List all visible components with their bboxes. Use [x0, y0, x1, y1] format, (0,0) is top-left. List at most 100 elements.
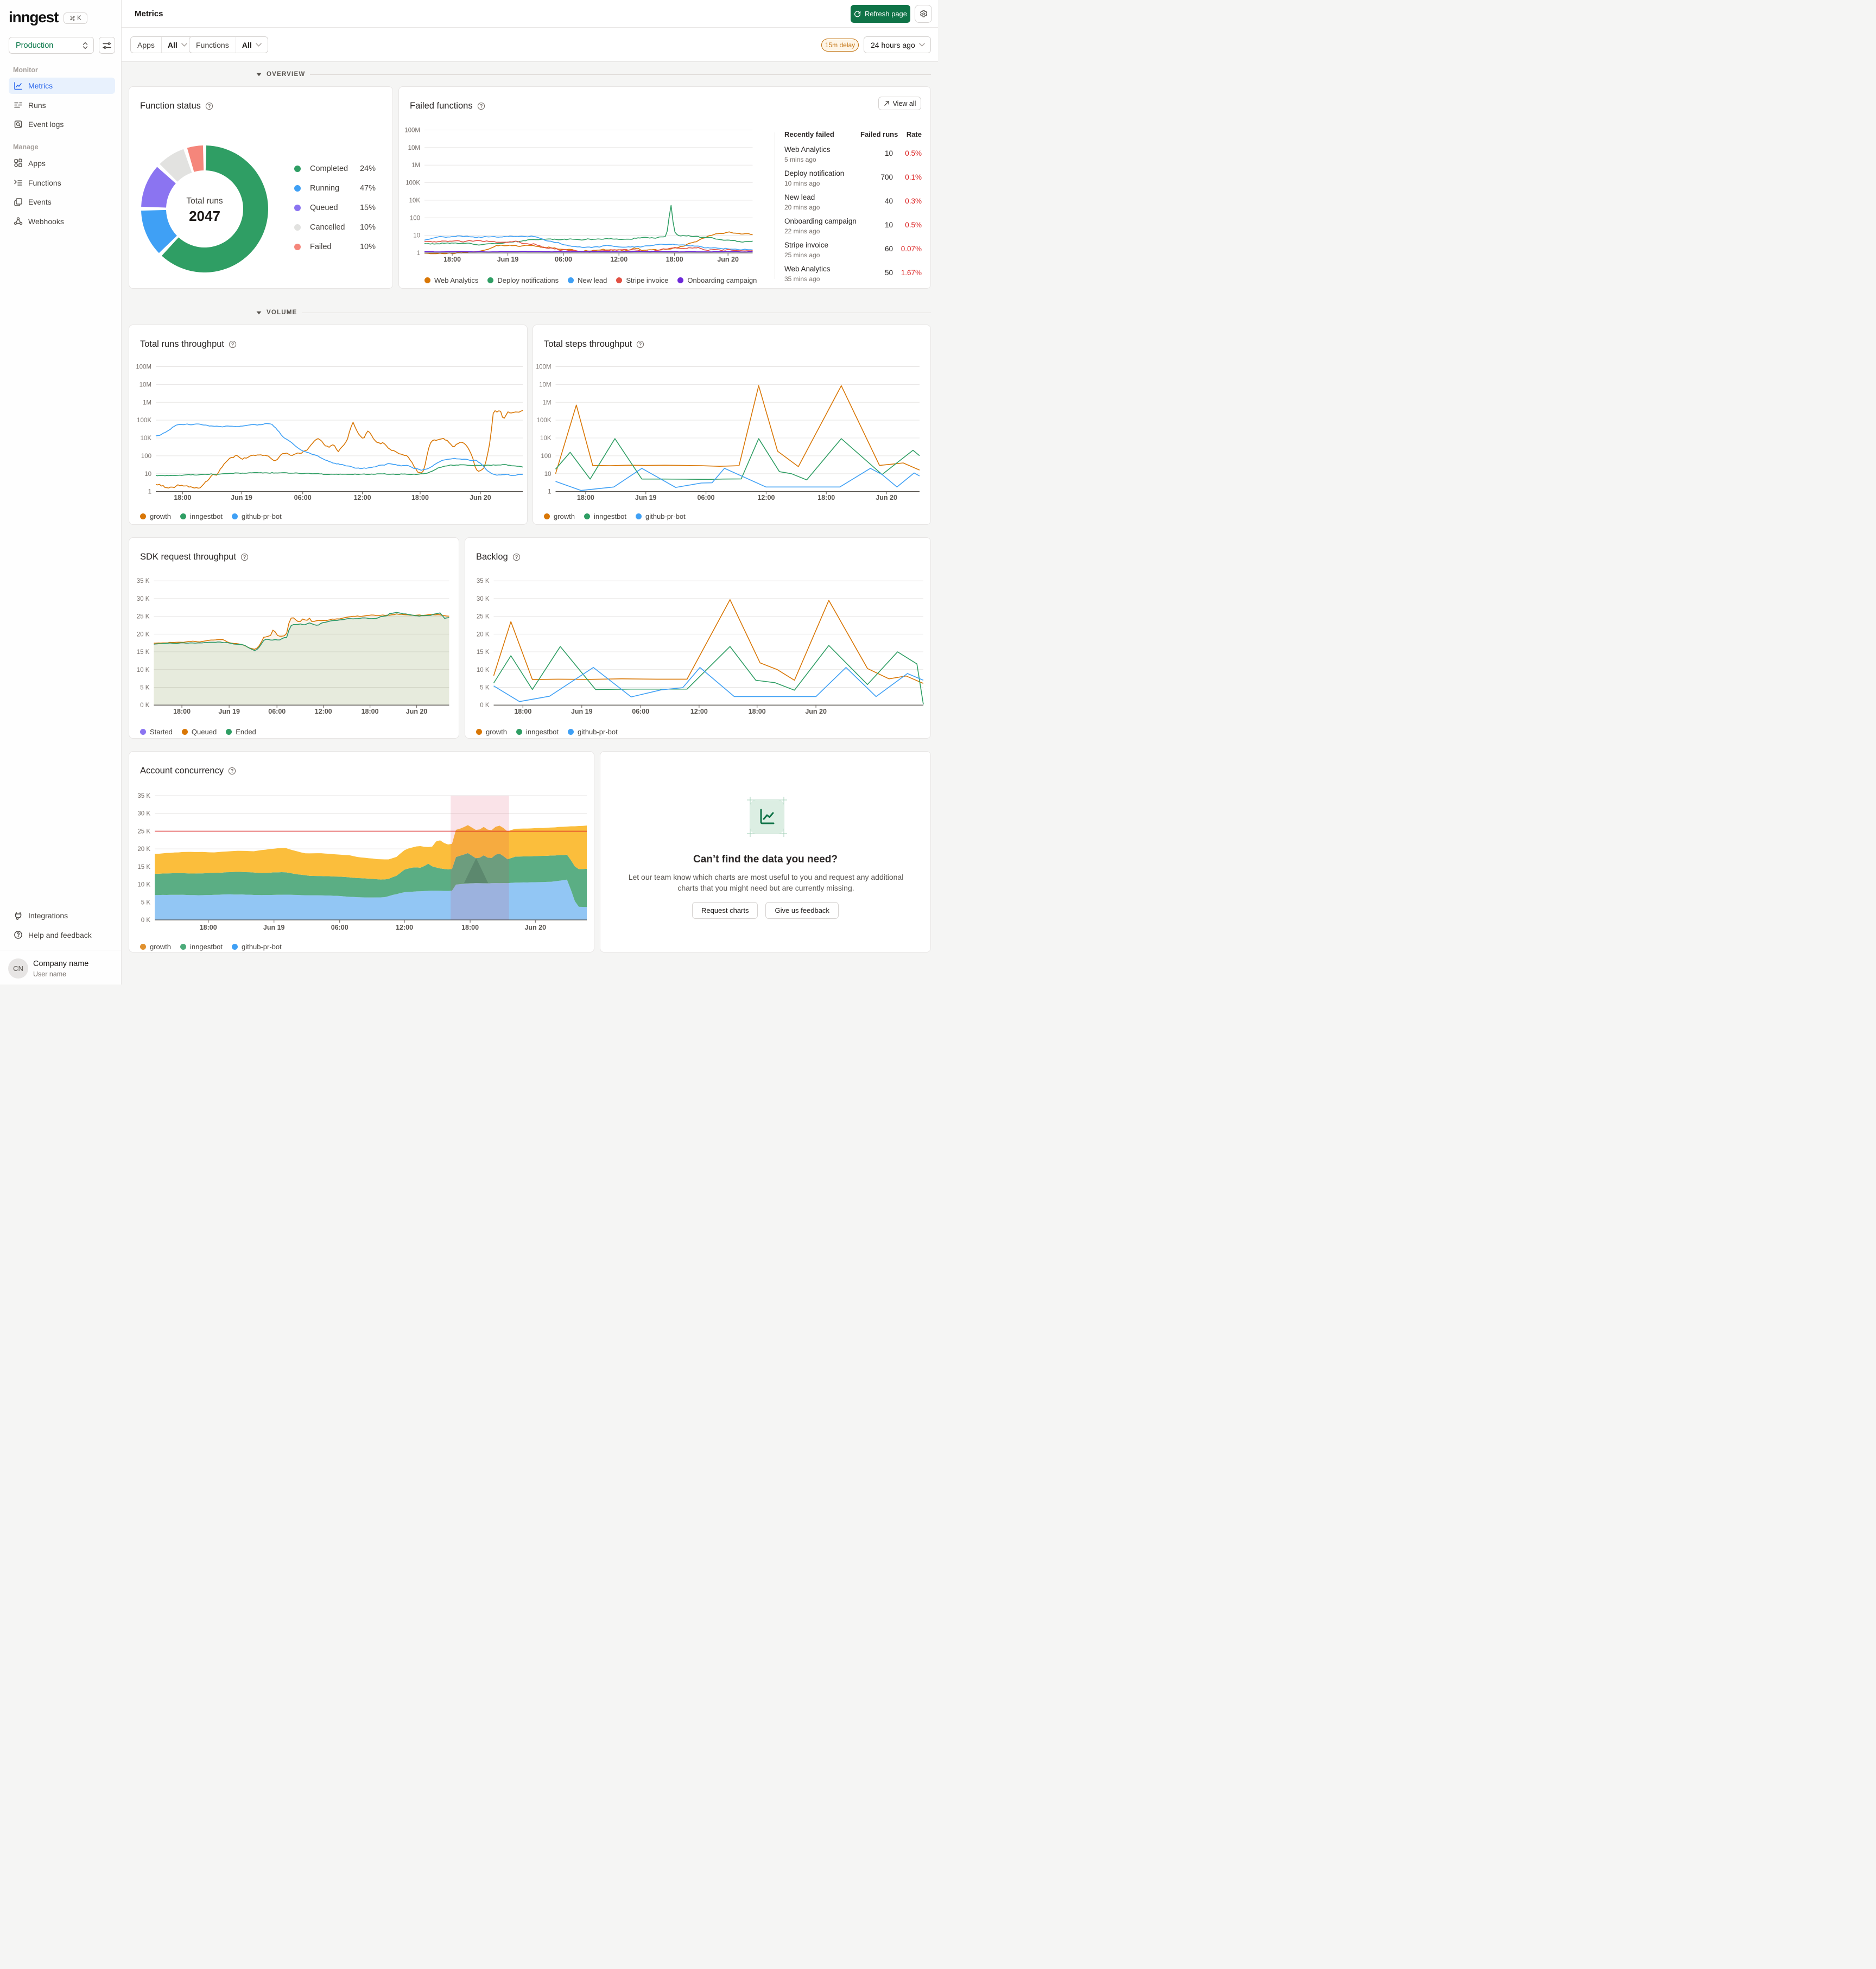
y-tick-label: 1M	[411, 162, 420, 169]
limit-exceeded-band	[451, 796, 509, 920]
failed-function-time: 22 mins ago	[784, 227, 820, 235]
x-tick-label: Jun 19	[635, 494, 657, 501]
legend-dot	[140, 944, 146, 950]
status-legend-item[interactable]: Failed 10%	[294, 243, 376, 251]
sidebar-item-help[interactable]: Help and feedback	[9, 927, 115, 943]
y-tick-label: 10	[413, 232, 420, 239]
avatar[interactable]: CN	[8, 958, 28, 979]
legend-item[interactable]: growth	[544, 512, 575, 520]
failed-function-row[interactable]: New lead 20 mins ago 40 0.3%	[784, 193, 922, 217]
sidebar-item-functions[interactable]: Functions	[9, 175, 115, 191]
legend-item[interactable]: github-pr-bot	[636, 512, 686, 520]
gear-icon	[920, 10, 927, 17]
sidebar-item-apps[interactable]: Apps	[9, 155, 115, 172]
command-k-shortcut[interactable]: K	[64, 12, 87, 24]
backlog-card: Backlog 0 K5 K 10 K 15 K 20 K 25 K 30 K 35 K 18…	[465, 537, 931, 739]
legend-label: growth	[150, 512, 172, 520]
legend-label: Failed	[310, 242, 332, 251]
metrics-icon	[14, 81, 22, 90]
request-charts-button[interactable]: Request charts	[692, 902, 758, 919]
y-tick-label: 25 K	[137, 614, 150, 620]
failed-function-name: Web Analytics	[784, 145, 831, 154]
x-tick-label: 06:00	[698, 494, 715, 501]
legend-item[interactable]: New lead	[568, 276, 607, 284]
legend-item[interactable]: inngestbot	[584, 512, 626, 520]
legend-item[interactable]: Started	[140, 728, 173, 736]
account-concurrency-chart: 0 K 5 K 10 K 15 K 20 K 25 K 30 K 35 K 18:00 Jun 1…	[137, 793, 587, 931]
settings-button[interactable]	[915, 5, 932, 23]
status-legend-item[interactable]: Cancelled 10%	[294, 223, 376, 232]
y-tick-label: 10	[544, 471, 552, 478]
failed-function-time: 10 mins ago	[784, 179, 820, 187]
series-line-Deploy notifications	[424, 205, 753, 245]
legend-item[interactable]: inngestbot	[180, 943, 223, 951]
failed-function-row[interactable]: Web Analytics 35 mins ago 50 1.67%	[784, 265, 922, 289]
y-tick-label: 1M	[543, 399, 552, 406]
legend-item[interactable]: Ended	[226, 728, 256, 736]
x-tick-label: 18:00	[411, 494, 429, 501]
legend-dot	[584, 513, 591, 519]
legend-item[interactable]: inngestbot	[180, 512, 223, 520]
apps-filter[interactable]: Apps All	[130, 36, 194, 53]
legend-dot	[180, 944, 187, 950]
legend-item[interactable]: github-pr-bot	[232, 943, 282, 951]
refresh-page-button[interactable]: Refresh page	[851, 5, 910, 23]
legend-dot	[424, 277, 430, 283]
sidebar-item-metrics[interactable]: Metrics	[9, 78, 115, 94]
legend-item[interactable]: Onboarding campaign	[677, 276, 757, 284]
sidebar-item-runs[interactable]: Runs	[9, 97, 115, 113]
legend-item[interactable]: github-pr-bot	[568, 728, 618, 736]
failed-function-row[interactable]: Onboarding campaign 22 mins ago 10 0.5%	[784, 217, 922, 241]
legend-label: growth	[486, 728, 508, 736]
chevron-down-icon	[919, 43, 925, 47]
legend-item[interactable]: inngestbot	[516, 728, 559, 736]
cta-body-line1: Let our team know which charts are most …	[628, 873, 904, 881]
legend-item[interactable]: github-pr-bot	[232, 512, 282, 520]
legend-dot	[294, 243, 301, 250]
give-feedback-button[interactable]: Give us feedback	[765, 902, 839, 919]
y-tick-label: 10K	[409, 197, 421, 204]
time-range-select[interactable]: 24 hours ago	[864, 36, 931, 53]
status-legend-item[interactable]: Queued 15%	[294, 204, 376, 212]
volume-section-header[interactable]: VOLUME	[256, 309, 931, 316]
y-tick-label: 100K	[537, 417, 552, 424]
environment-filter-button[interactable]	[99, 37, 115, 54]
legend-dot	[140, 513, 146, 519]
sidebar-item-label: Runs	[28, 100, 46, 110]
legend-item[interactable]: Queued	[181, 728, 217, 736]
legend-item[interactable]: growth	[140, 512, 171, 520]
area-Ended	[154, 612, 449, 706]
legend-item[interactable]: Stripe invoice	[616, 276, 668, 284]
functions-icon	[14, 180, 22, 186]
legend-item[interactable]: Deploy notifications	[487, 276, 559, 284]
x-tick-label: 06:00	[555, 256, 572, 263]
sidebar-item-event-logs[interactable]: Event logs	[9, 116, 115, 132]
legend-item[interactable]: growth	[476, 728, 507, 736]
failed-function-row[interactable]: Deploy notification 10 mins ago 700 0.1%	[784, 169, 922, 193]
x-tick-label: 18:00	[817, 494, 835, 501]
x-tick-label: Jun 19	[218, 708, 240, 715]
legend-label: inngestbot	[190, 512, 223, 520]
environment-select[interactable]: Production	[9, 37, 94, 54]
status-legend-item[interactable]: Completed 24%	[294, 164, 376, 173]
functions-filter[interactable]: Functions All	[189, 36, 268, 53]
status-legend-item[interactable]: Running 47%	[294, 184, 376, 193]
sidebar-item-events[interactable]: Events	[9, 194, 115, 210]
legend-item[interactable]: Web Analytics	[424, 276, 478, 284]
recently-failed-table: Recently failed Failed runs Rate Web Ana…	[784, 130, 922, 289]
legend-item[interactable]: growth	[140, 943, 171, 951]
legend-dot	[616, 277, 623, 283]
failed-function-row[interactable]: Web Analytics 5 mins ago 10 0.5%	[784, 145, 922, 169]
overview-section-header[interactable]: OVERVIEW	[256, 71, 931, 78]
legend-dot	[516, 729, 523, 735]
legend-percent: 47%	[359, 183, 376, 193]
y-tick-label: 10K	[141, 435, 152, 442]
legend-label: growth	[554, 512, 575, 520]
legend-dot	[636, 513, 642, 519]
sidebar-item-webhooks[interactable]: Webhooks	[9, 213, 115, 230]
sidebar-item-integrations[interactable]: Integrations	[9, 907, 115, 924]
failed-function-row[interactable]: Stripe invoice 25 mins ago 60 0.07%	[784, 241, 922, 265]
x-tick-label: 06:00	[331, 924, 348, 931]
failed-rate: 0.3%	[905, 196, 922, 205]
cta-body-line2: charts that you might need but are curre…	[677, 884, 854, 892]
